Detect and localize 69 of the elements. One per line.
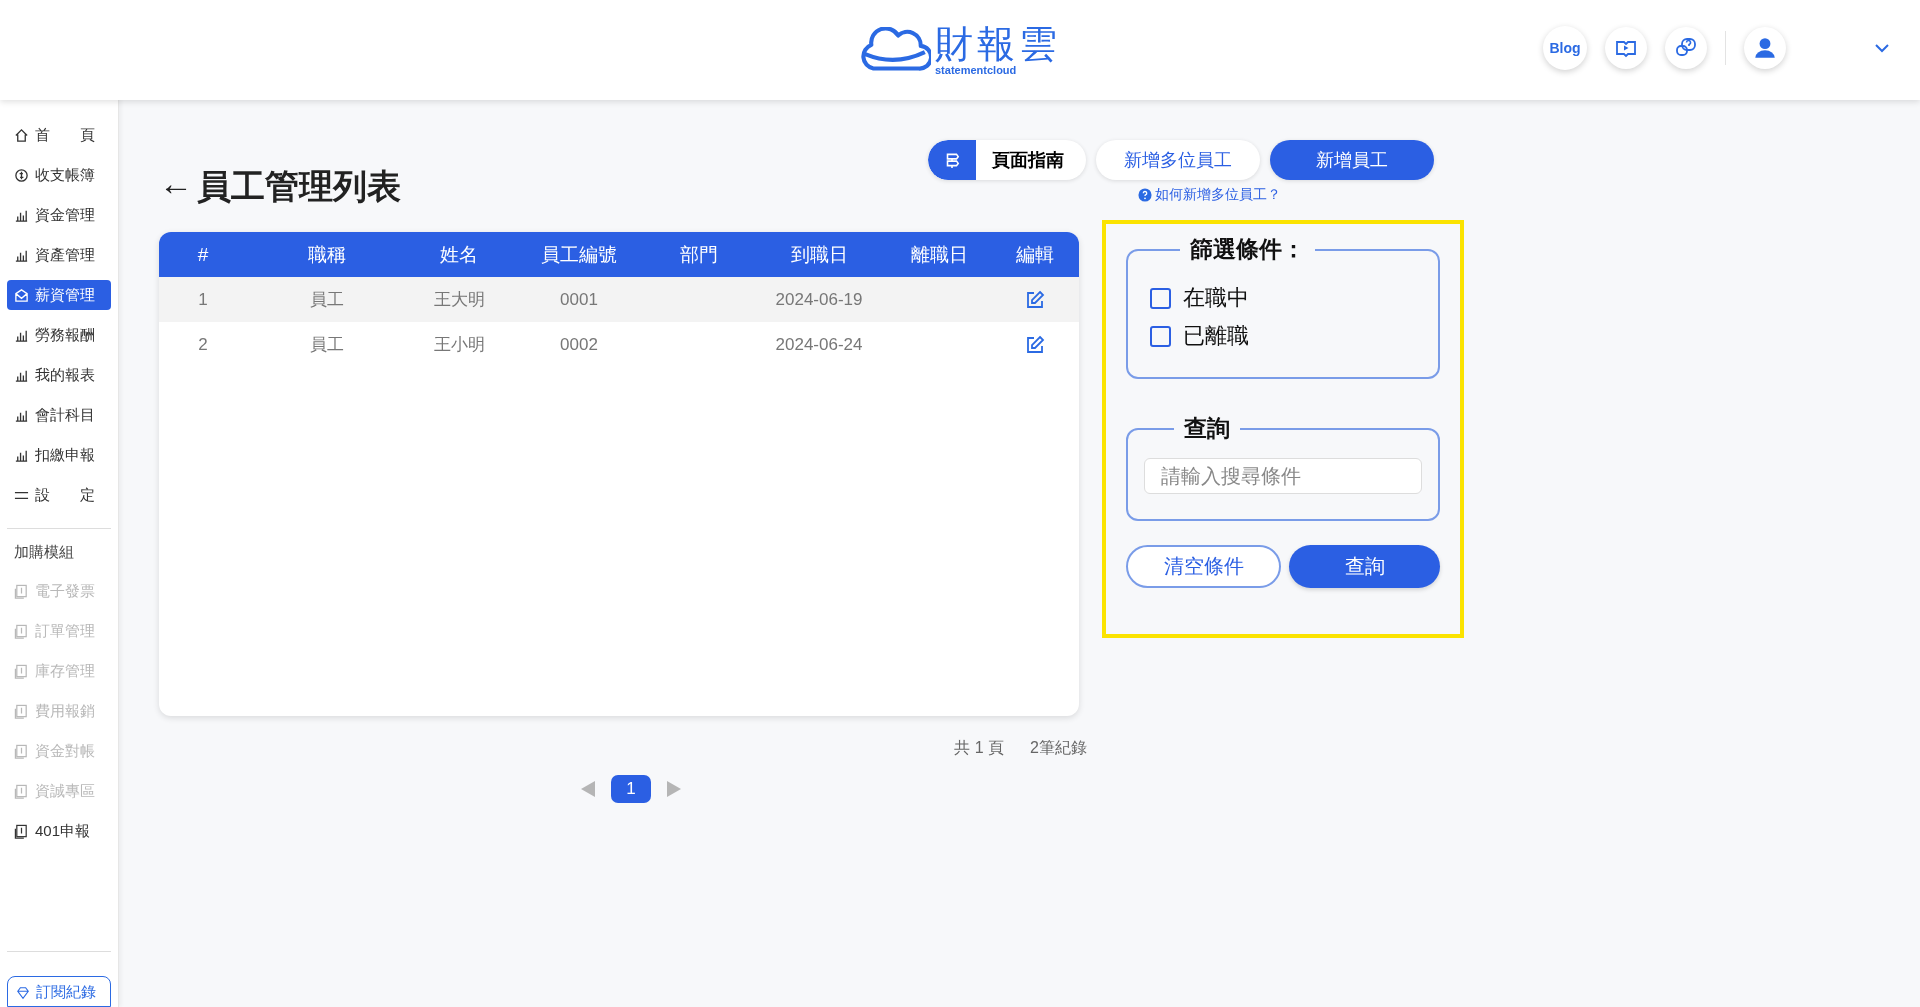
column-header: 職稱 [307, 242, 347, 267]
logo-title: 財報雲 [935, 24, 1061, 63]
sidebar-item[interactable]: 資金管理 [7, 200, 111, 230]
blog-button[interactable]: Blog [1543, 26, 1587, 70]
column-header: 編輯 [1015, 242, 1055, 267]
receipt-icon [14, 743, 29, 759]
total-records: 2筆紀錄 [1030, 738, 1087, 758]
clear-filter-button[interactable]: 清空條件 [1126, 545, 1281, 588]
help-icon [1138, 188, 1152, 202]
edit-icon[interactable] [1025, 334, 1045, 355]
checkbox[interactable] [1150, 287, 1171, 309]
receipt-icon [14, 623, 29, 639]
column-header: # [196, 243, 210, 266]
page-guide-button[interactable]: 頁面指南 [928, 140, 1086, 180]
table-cell-text: 王小明 [433, 334, 485, 356]
receipt-icon [14, 823, 29, 839]
table-cell-text: 員工 [310, 289, 344, 311]
table-cell: 2 [198, 334, 208, 355]
sidebar-item[interactable]: 勞務報酬 [7, 320, 111, 350]
back-arrow[interactable]: ← [159, 164, 193, 210]
column-header: 姓名 [439, 242, 479, 267]
receipt-icon [14, 783, 29, 799]
user-avatar-icon[interactable] [1744, 27, 1786, 69]
edit-icon[interactable] [1025, 289, 1045, 310]
receipt-icon [14, 703, 29, 719]
search-button[interactable]: 查詢 [1289, 545, 1440, 588]
diamond-icon [16, 985, 30, 1000]
sidebar-item[interactable]: 扣繳申報 [7, 440, 111, 470]
table-cell: 0002 [560, 334, 598, 355]
sidebar-item[interactable]: 首 頁 [7, 120, 111, 150]
section-label: 加購模組 [13, 543, 75, 562]
sidebar-item[interactable]: 資產管理 [7, 240, 111, 270]
sidebar-item[interactable]: 會計科目 [7, 400, 111, 430]
add-employee-button[interactable]: 新增員工 [1270, 140, 1434, 180]
column-header: 部門 [679, 242, 719, 267]
column-header: 員工編號 [540, 242, 618, 267]
table-cell: 0001 [560, 289, 598, 310]
table-cell: 2024-06-24 [775, 334, 863, 355]
add-multiple-button[interactable]: 新增多位員工 [1096, 140, 1260, 180]
table-cell: 1 [198, 289, 208, 310]
search-field[interactable]: 請輸入搜尋條件 [1144, 458, 1422, 494]
cloud-logo-icon [859, 27, 931, 73]
search-legend: 查詢 [1174, 413, 1240, 444]
help-link[interactable]: 如何新增多位員工？ [1138, 186, 1281, 204]
sidebar-item[interactable]: 收支帳簿 [7, 160, 111, 190]
table-cell-text: 王大明 [433, 289, 485, 311]
page-title: 員工管理列表 [197, 166, 401, 207]
page-number[interactable]: 1 [611, 775, 651, 803]
column-header: 離職日 [909, 242, 969, 267]
sidebar-item[interactable]: 401申報 [7, 816, 111, 846]
sidebar-item[interactable]: 薪資管理 [7, 280, 111, 310]
checkbox[interactable] [1150, 325, 1171, 347]
column-header: 到職日 [789, 242, 849, 267]
total-pages: 共 1 頁 [954, 738, 1005, 758]
chevron-down-icon[interactable] [1874, 43, 1890, 53]
receipt-icon [14, 663, 29, 679]
sidebar-item[interactable]: 我的報表 [7, 360, 111, 390]
sidebar-item[interactable]: 設 定 [7, 480, 111, 510]
logo-subtitle: statementcloud [935, 64, 1018, 76]
filter-legend: 篩選條件： [1180, 234, 1315, 265]
envelope-icon [14, 287, 29, 303]
table-cell-text: 員工 [310, 334, 344, 356]
receipt-icon [14, 583, 29, 599]
checkbox-label: 已離職 [1183, 322, 1249, 350]
home-icon [14, 127, 29, 143]
book-play-icon[interactable] [1605, 27, 1647, 69]
subscription-button[interactable]: 訂閱紀錄 [7, 976, 111, 1007]
table-cell: 2024-06-19 [775, 289, 863, 310]
checkbox-label: 在職中 [1183, 284, 1249, 312]
